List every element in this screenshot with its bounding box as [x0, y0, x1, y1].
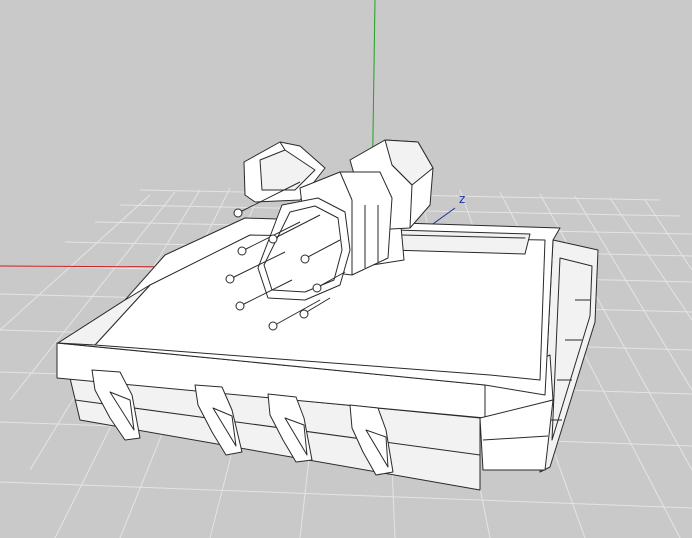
- 3d-viewport[interactable]: z: [0, 0, 692, 538]
- z-axis-label: z: [459, 192, 465, 206]
- tank-model[interactable]: [56, 139, 599, 491]
- viewport-canvas[interactable]: z: [0, 0, 692, 538]
